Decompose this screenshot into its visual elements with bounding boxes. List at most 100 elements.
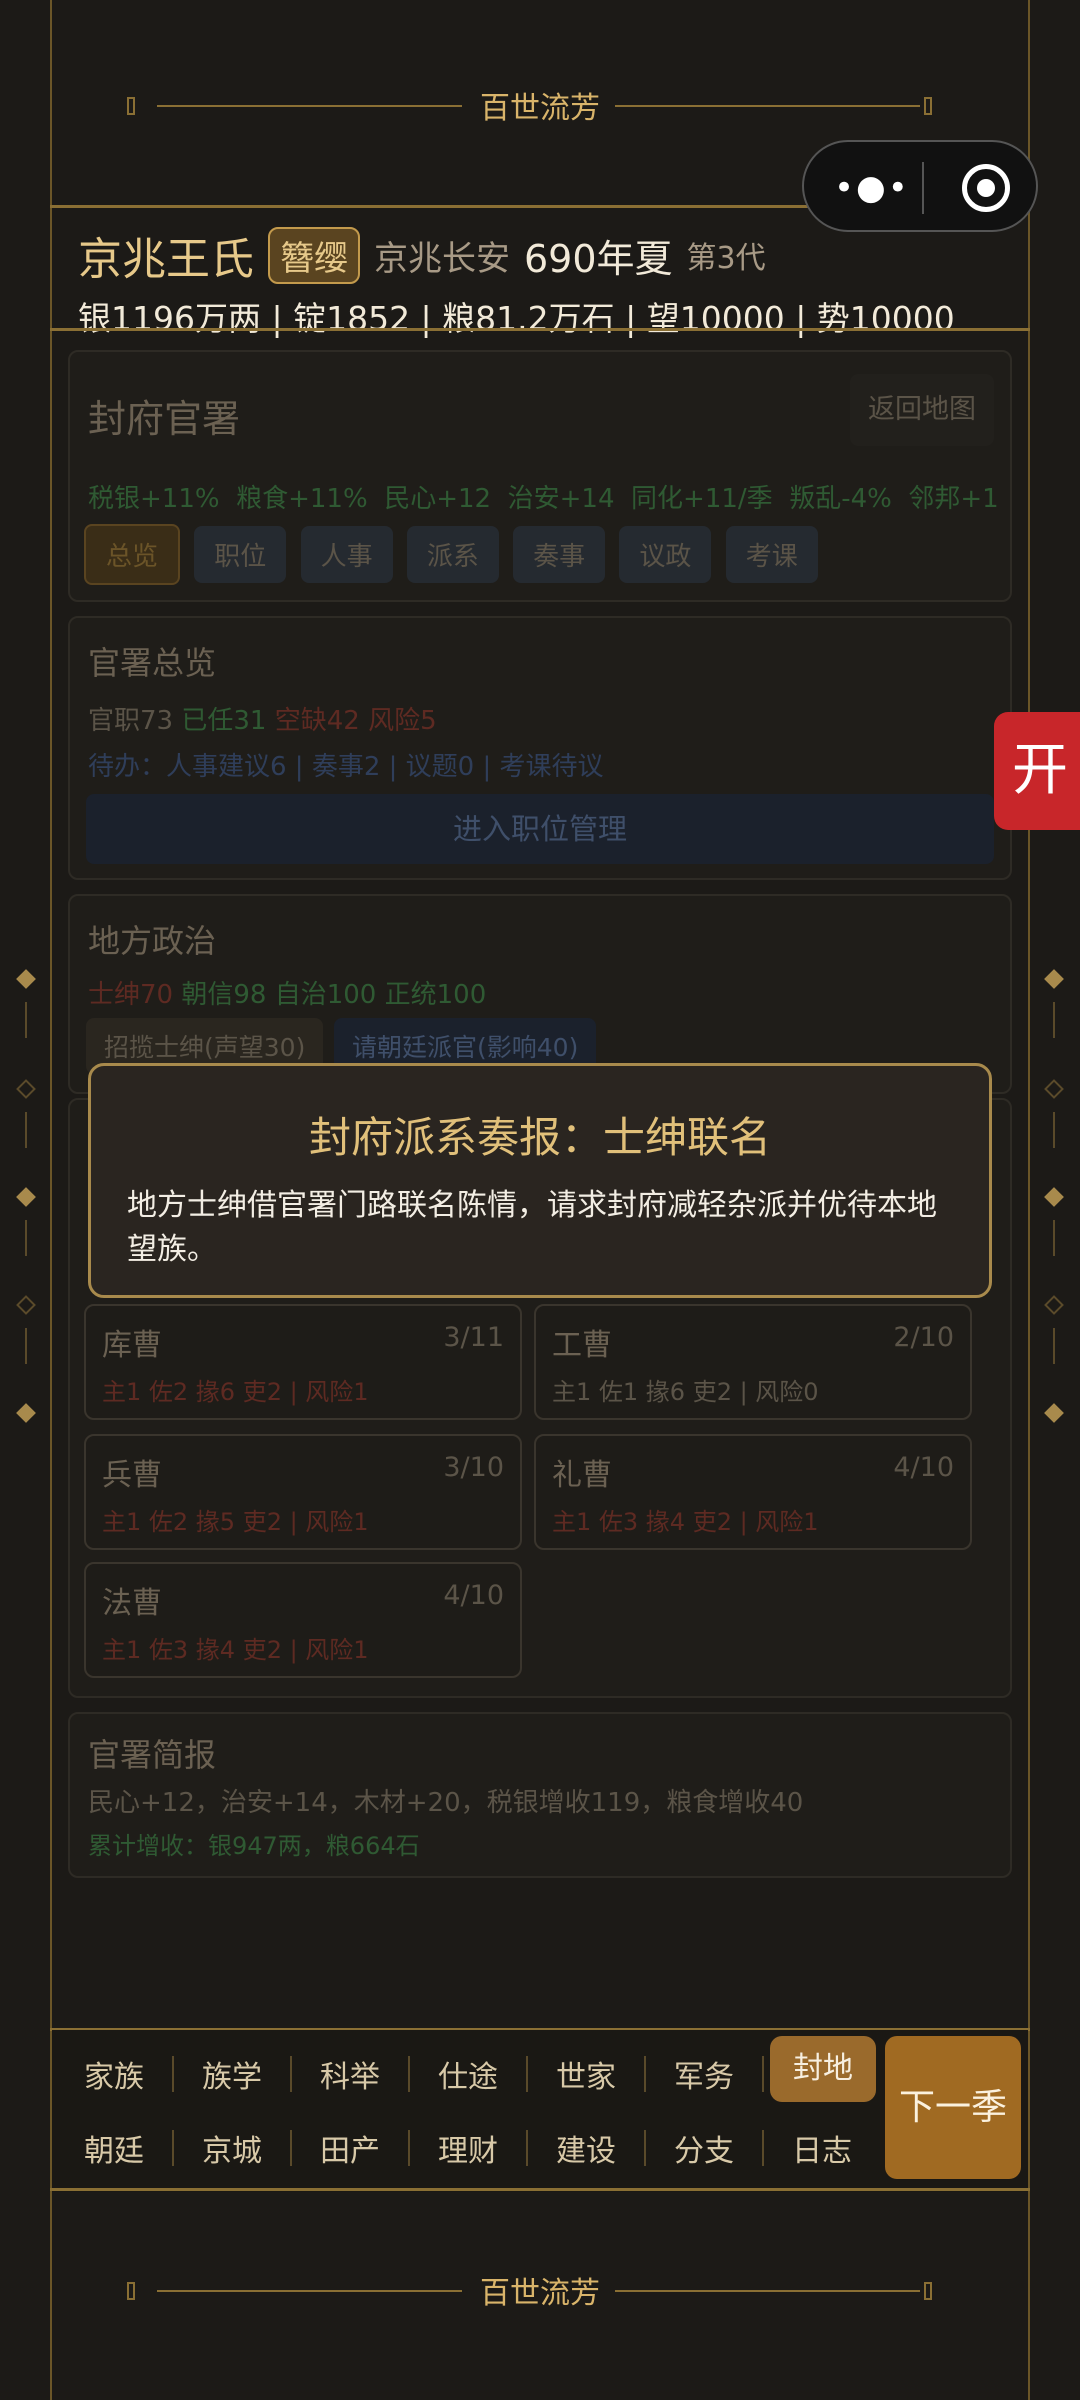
tab-evaluation[interactable]: 考课 <box>725 526 818 583</box>
brief-line: 民心+12，治安+14，木材+20，税银增收119，粮食增收40 <box>88 1788 804 1818</box>
location: 京兆长安 <box>374 238 510 279</box>
year-season: 690年夏 <box>524 236 673 281</box>
bureau-name: 兵曹 <box>102 1458 162 1493</box>
effect-item: 治安+14 <box>507 484 615 514</box>
bureau-card[interactable]: 法曹 4/10 主1 佐3 掾4 吏2 | 风险1 <box>84 1562 522 1678</box>
tab-personnel[interactable]: 人事 <box>300 526 393 583</box>
nav-estate[interactable]: 田产 <box>300 2126 400 2170</box>
bureau-count: 4/10 <box>443 1580 504 1611</box>
tab-positions[interactable]: 职位 <box>194 526 287 583</box>
next-season-button[interactable]: 下一季 <box>885 2036 1021 2179</box>
todo-line: 待办：人事建议6 | 奏事2 | 议题0 | 考课待议 <box>88 752 604 782</box>
capsule-separator <box>922 162 924 214</box>
dialog-title: 封府派系奏报：士绅联名 <box>308 1113 771 1162</box>
resource-bar: 银1196万两 | 锭1852 | 粮81.2万石 | 望10000 | 势10… <box>78 299 955 338</box>
ornament-line <box>25 1002 27 1038</box>
nav-separator <box>408 2056 410 2092</box>
ornament-diamond <box>1044 1403 1064 1423</box>
effect-item: 邻邦+1 <box>908 484 999 514</box>
nav-separator <box>762 2056 764 2092</box>
more-icon[interactable]: •●• <box>834 168 910 208</box>
nav-separator <box>644 2130 646 2166</box>
rank-tag: 簪缨 <box>268 226 360 284</box>
nav-separator <box>762 2130 764 2166</box>
effect-item: 同化+11/季 <box>631 484 773 514</box>
ornament-diamond <box>16 1403 36 1423</box>
tab-memorials[interactable]: 奏事 <box>513 526 606 583</box>
faction-report-dialog[interactable]: 封府派系奏报：士绅联名 地方士绅借官署门路联名陈情，请求封府减轻杂派并优待本地望… <box>88 1063 992 1298</box>
banner-ornament-right <box>924 97 932 115</box>
ornament-diamond <box>1044 1187 1064 1207</box>
ornament-diamond <box>16 1295 36 1315</box>
legitimacy-stat: 正统100 <box>384 980 487 1010</box>
nav-court[interactable]: 朝廷 <box>64 2126 164 2170</box>
fief-office-panel: 封府官署 返回地图 税银+11% 粮食+11% 民心+12 治安+14 同化+1… <box>68 350 1012 602</box>
tab-council[interactable]: 议政 <box>619 526 712 583</box>
vacant-posts: 空缺42 <box>274 706 360 736</box>
ornament-diamond <box>1044 1295 1064 1315</box>
nav-build[interactable]: 建设 <box>536 2126 636 2170</box>
bureau-detail: 主1 佐2 掾6 吏2 | 风险1 <box>102 1378 369 1406</box>
filled-posts: 已任31 <box>181 706 267 736</box>
panel-title: 官署简报 <box>88 1736 217 1774</box>
effect-item: 粮食+11% <box>236 484 368 514</box>
generation: 第3代 <box>686 241 766 276</box>
effect-item: 税银+11% <box>88 484 220 514</box>
enter-position-management-button[interactable]: 进入职位管理 <box>86 794 994 864</box>
ornament-line <box>1053 1328 1055 1364</box>
ornament-line <box>1053 1112 1055 1148</box>
nav-clan-school[interactable]: 族学 <box>182 2052 282 2096</box>
bureau-detail: 主1 佐3 掾4 吏2 | 风险1 <box>102 1636 369 1664</box>
bureau-name: 礼曹 <box>552 1458 612 1493</box>
right-ornament <box>1044 969 1064 1432</box>
bureau-detail: 主1 佐2 掾5 吏2 | 风险1 <box>102 1508 369 1536</box>
ornament-line <box>1053 1220 1055 1256</box>
nav-nobles[interactable]: 世家 <box>536 2052 636 2096</box>
bureau-detail: 主1 佐1 掾6 吏2 | 风险0 <box>552 1378 819 1406</box>
ornament-line <box>25 1112 27 1148</box>
nav-branch[interactable]: 分支 <box>654 2126 754 2170</box>
left-ornament <box>16 969 36 1432</box>
nav-separator <box>290 2056 292 2092</box>
dialog-body: 地方士绅借官署门路联名陈情，请求封府减轻杂派并优待本地望族。 <box>127 1188 937 1267</box>
bottom-nav: 家族 族学 科举 仕途 世家 军务 封地 朝廷 京城 田产 理财 建设 分支 日… <box>52 2030 1028 2192</box>
office-stats: 官职73 已任31 空缺42 风险5 <box>88 700 437 737</box>
nav-family[interactable]: 家族 <box>64 2052 164 2096</box>
tab-overview[interactable]: 总览 <box>84 524 181 585</box>
effect-item: 叛乱-4% <box>789 484 892 514</box>
nav-separator <box>290 2130 292 2166</box>
clan-header: 京兆王氏 簪缨 京兆长安 690年夏 第3代 <box>78 225 766 285</box>
side-open-button[interactable]: 开 <box>994 712 1080 830</box>
bureau-name: 工曹 <box>552 1328 612 1363</box>
nav-career[interactable]: 仕途 <box>418 2052 518 2096</box>
local-stats: 士绅70 朝信98 自治100 正统100 <box>88 974 486 1011</box>
bureau-card[interactable]: 兵曹 3/10 主1 佐2 掾5 吏2 | 风险1 <box>84 1434 522 1550</box>
bottom-banner: 百世流芳 <box>0 2240 1080 2340</box>
nav-fief[interactable]: 封地 <box>770 2036 876 2102</box>
banner-line-right <box>615 105 920 107</box>
nav-capital[interactable]: 京城 <box>182 2126 282 2170</box>
nav-exam[interactable]: 科举 <box>300 2052 400 2096</box>
trust-stat: 朝信98 <box>181 980 267 1010</box>
ornament-line <box>25 1220 27 1256</box>
bureau-card[interactable]: 库曹 3/11 主1 佐2 掾6 吏2 | 风险1 <box>84 1304 522 1420</box>
bureau-card[interactable]: 礼曹 4/10 主1 佐3 掾4 吏2 | 风险1 <box>534 1434 972 1550</box>
miniprogram-capsule: •●• <box>802 140 1038 232</box>
close-target-icon[interactable] <box>962 164 1010 212</box>
back-to-map-button[interactable]: 返回地图 <box>850 374 994 446</box>
gentry-stat: 士绅70 <box>88 980 174 1010</box>
bureau-card[interactable]: 工曹 2/10 主1 佐1 掾6 吏2 | 风险0 <box>534 1304 972 1420</box>
tab-factions[interactable]: 派系 <box>406 526 499 583</box>
header-divider <box>50 328 1030 331</box>
nav-military[interactable]: 军务 <box>654 2052 754 2096</box>
nav-finance[interactable]: 理财 <box>418 2126 518 2170</box>
bureau-count: 3/10 <box>443 1452 504 1483</box>
total-posts: 官职73 <box>88 706 174 736</box>
bureau-name: 库曹 <box>102 1328 162 1363</box>
tab-bar: 总览 职位 人事 派系 奏事 议政 考课 <box>84 524 824 585</box>
banner-ornament-right <box>924 2282 932 2300</box>
banner-line-right <box>615 2290 920 2292</box>
panel-title: 官署总览 <box>88 644 217 682</box>
nav-log[interactable]: 日志 <box>772 2126 872 2170</box>
effect-item: 民心+12 <box>384 484 492 514</box>
